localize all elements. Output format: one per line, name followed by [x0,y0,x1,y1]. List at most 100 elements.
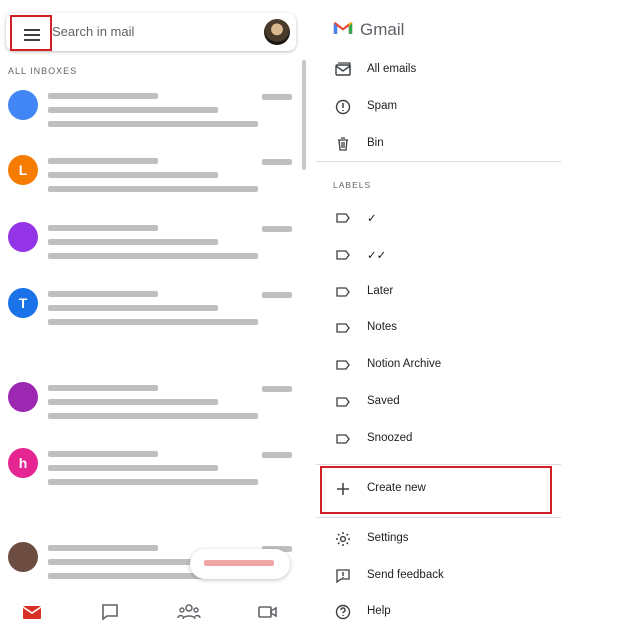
label-item-check-1[interactable]: ✓ [316,200,561,236]
redacted-text [48,186,258,192]
plus-icon [337,483,349,495]
sender-avatar: T [8,288,38,318]
redacted-text [48,93,158,99]
create-new-label: Create new [367,482,426,494]
label-item-notes[interactable]: Notes [316,310,561,346]
search-bar[interactable]: Search in mail [6,13,296,51]
redacted-text [48,451,158,457]
label-icon [336,434,350,444]
mail-list-item[interactable]: L [0,155,300,215]
meet-icon[interactable] [256,600,280,624]
drawer-item-bin-label: Bin [367,137,384,149]
chat-icon[interactable] [98,600,122,624]
redacted-text [48,121,258,127]
redacted-text [48,545,158,551]
redacted-text [48,225,158,231]
label-item-notion-archive-label: Notion Archive [367,358,442,371]
bottom-nav [0,596,310,629]
mail-list-item[interactable] [0,382,300,442]
divider [316,464,561,465]
feedback-icon [336,568,350,583]
drawer-item-settings[interactable]: Settings [316,521,561,557]
drawer-header: Gmail [316,0,628,52]
redacted-text [48,172,218,178]
scrollbar[interactable] [302,60,306,170]
labels-heading: LABELS [333,180,372,190]
redacted-text [48,239,218,245]
label-icon [336,250,350,260]
drawer-item-spam[interactable]: Spam [316,89,561,125]
redacted-text [48,305,218,311]
drawer-item-settings-label: Settings [367,532,409,544]
mail-icon[interactable] [20,600,44,624]
app-title: Gmail [360,20,405,39]
redacted-time [262,452,292,458]
redacted-text [48,158,158,164]
label-icon [336,213,350,223]
drawer-item-help[interactable]: Help [316,594,561,629]
redacted-text [48,385,158,391]
drawer-item-bin[interactable]: Bin [316,126,561,162]
hamburger-icon [24,29,40,41]
redacted-text [48,479,258,485]
label-item-saved-label: Saved [367,395,400,407]
spam-icon [335,99,351,115]
sender-avatar [8,90,38,120]
label-item-saved[interactable]: Saved [316,384,561,420]
label-item-later[interactable]: Later [316,274,561,310]
sender-avatar [8,542,38,572]
label-icon [336,323,350,334]
redacted-text [48,253,258,259]
label-item-snoozed[interactable]: Snoozed [316,421,561,457]
redacted-text [48,107,218,113]
redacted-text [48,413,258,419]
sender-avatar: h [8,448,38,478]
divider [316,517,561,518]
spaces-icon[interactable] [177,600,201,624]
menu-button[interactable] [10,15,52,51]
section-label: ALL INBOXES [8,66,78,76]
sender-avatar: L [8,155,38,185]
label-icon [336,286,350,297]
help-icon [335,604,351,620]
gear-icon [336,532,350,546]
drawer-item-spam-label: Spam [367,100,398,112]
all-emails-icon [335,62,351,76]
redacted-time [262,292,292,298]
label-item-check-2-label: ✓✓ [367,249,387,262]
redacted-time [262,94,292,100]
label-item-check-1-label: ✓ [367,213,377,225]
label-icon [336,360,350,370]
account-avatar[interactable] [264,19,290,45]
redacted-time [262,386,292,392]
redacted-text [48,399,218,405]
mail-list-panel: Search in mail ALL INBOXES L Th [0,0,310,629]
sender-avatar [8,222,38,252]
label-item-notion-archive[interactable]: Notion Archive [316,347,561,383]
drawer-item-send-feedback[interactable]: Send feedback [316,558,561,594]
drawer-item-all-emails-label: All emails [367,63,417,75]
redacted-text [48,465,218,471]
mail-list-item[interactable]: T [0,288,300,348]
compose-button[interactable] [190,549,290,579]
drawer-item-help-label: Help [367,605,391,617]
redacted-time [262,226,292,232]
divider [316,161,561,162]
mail-list-item[interactable] [0,222,300,282]
label-item-later-label: Later [367,284,394,297]
gmail-logo-icon [333,22,353,34]
create-new-label-button[interactable]: Create new [316,471,561,507]
search-input[interactable]: Search in mail [52,24,134,39]
label-item-notes-label: Notes [367,321,398,334]
drawer-item-send-feedback-label: Send feedback [367,568,444,581]
label-item-check-2[interactable]: ✓✓ [316,237,561,273]
drawer-item-all-emails[interactable]: All emails [316,52,561,88]
sender-avatar [8,382,38,412]
mail-list-item[interactable]: h [0,448,300,508]
redacted-time [262,159,292,165]
navigation-drawer: Gmail All emails Spam Bin LABELS ✓ ✓✓ Later N… [316,0,628,629]
mail-list-item[interactable] [0,90,300,150]
label-icon [336,397,350,407]
redacted-text [48,291,158,297]
label-item-snoozed-label: Snoozed [367,431,413,444]
